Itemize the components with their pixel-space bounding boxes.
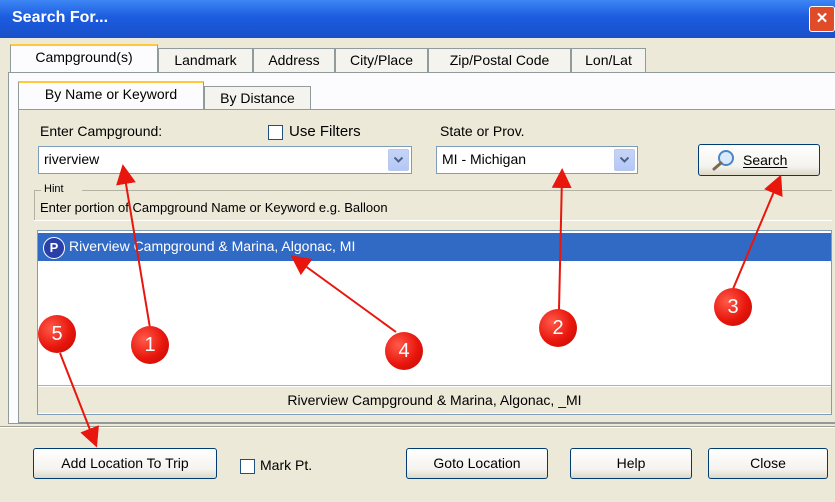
tab-campgrounds[interactable]: Campground(s) xyxy=(10,44,158,74)
list-item[interactable]: P Riverview Campground & Marina, Algonac… xyxy=(38,233,831,261)
hint-border xyxy=(82,190,832,191)
state-label: State or Prov. xyxy=(440,123,525,139)
list-item-label: Riverview Campground & Marina, Algonac, … xyxy=(69,238,356,254)
footer-divider xyxy=(0,427,835,428)
hint-border xyxy=(34,190,35,220)
title-bar xyxy=(0,0,835,38)
hint-border xyxy=(34,220,832,221)
status-divider xyxy=(38,385,831,386)
tab-zip-postal-code[interactable]: Zip/Postal Code xyxy=(428,48,571,72)
hint-title: Hint xyxy=(44,183,64,195)
window-close-button[interactable]: ✕ xyxy=(809,6,835,32)
magnifier-icon xyxy=(711,149,735,174)
mark-pt-checkbox[interactable] xyxy=(240,459,255,474)
state-select[interactable]: MI - Michigan xyxy=(436,146,638,174)
search-button-label: Search xyxy=(743,152,788,168)
tab-city-place[interactable]: City/Place xyxy=(335,48,428,72)
use-filters-checkbox[interactable] xyxy=(268,125,283,140)
use-filters-label: Use Filters xyxy=(289,123,361,140)
campground-input[interactable]: riverview xyxy=(38,146,412,174)
chevron-down-icon[interactable] xyxy=(388,149,409,171)
hint-text: Enter portion of Campground Name or Keyw… xyxy=(40,200,388,215)
goto-location-button[interactable]: Goto Location xyxy=(406,448,548,479)
annotation-marker-1: 1 xyxy=(131,326,169,364)
campground-value: riverview xyxy=(44,151,100,167)
annotation-marker-5: 5 xyxy=(38,315,76,353)
tab-lon-lat[interactable]: Lon/Lat xyxy=(571,48,646,72)
annotation-marker-4: 4 xyxy=(385,332,423,370)
subtab-by-distance[interactable]: By Distance xyxy=(204,86,311,110)
selected-status-text: Riverview Campground & Marina, Algonac, … xyxy=(38,387,831,413)
tab-landmark[interactable]: Landmark xyxy=(158,48,253,72)
search-button[interactable]: Search xyxy=(698,144,820,176)
campground-label: Enter Campground: xyxy=(40,123,163,139)
annotation-marker-3: 3 xyxy=(714,288,752,326)
results-list[interactable]: P Riverview Campground & Marina, Algonac… xyxy=(37,230,832,415)
hint-border xyxy=(35,190,41,191)
add-location-label: Add Location To Trip xyxy=(61,455,189,471)
annotation-marker-2: 2 xyxy=(539,309,577,347)
chevron-down-icon[interactable] xyxy=(614,149,635,171)
tab-address[interactable]: Address xyxy=(253,48,335,72)
subtab-by-name-or-keyword[interactable]: By Name or Keyword xyxy=(18,81,204,110)
state-value: MI - Michigan xyxy=(442,151,527,167)
campground-badge-icon: P xyxy=(43,237,65,259)
add-location-to-trip-button[interactable]: Add Location To Trip xyxy=(33,448,217,479)
close-button[interactable]: Close xyxy=(708,448,828,479)
help-button[interactable]: Help xyxy=(570,448,692,479)
mark-pt-label: Mark Pt. xyxy=(260,457,313,473)
window-title: Search For... xyxy=(12,9,109,26)
